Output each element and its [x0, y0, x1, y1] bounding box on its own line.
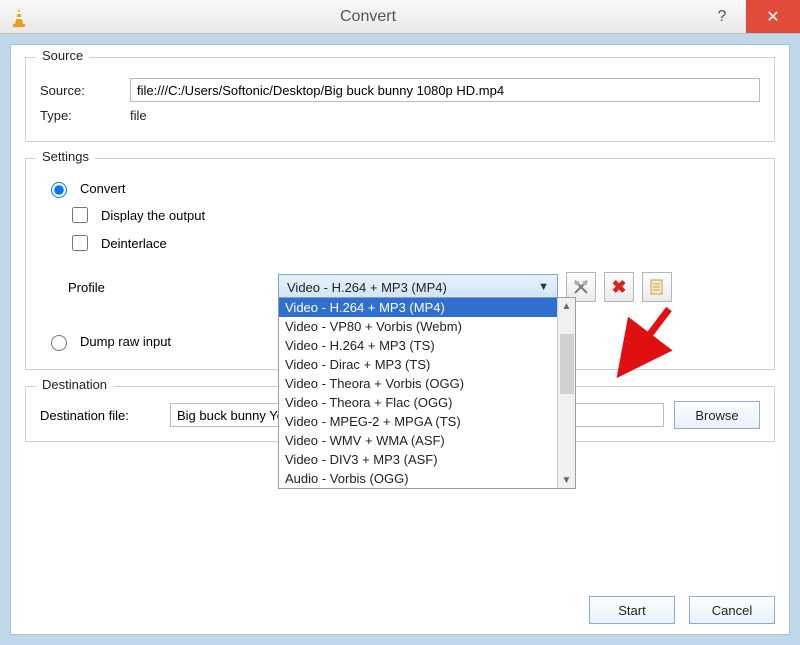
profile-option[interactable]: Video - H.264 + MP3 (MP4): [279, 298, 575, 317]
source-label: Source:: [40, 83, 130, 98]
deinterlace-label: Deinterlace: [101, 236, 167, 251]
profile-option[interactable]: Video - VP80 + Vorbis (Webm): [279, 317, 575, 336]
type-label: Type:: [40, 108, 130, 123]
display-output-label: Display the output: [101, 208, 205, 223]
titlebar: Convert ? ✕: [0, 0, 800, 34]
profile-option[interactable]: Video - H.264 + MP3 (TS): [279, 336, 575, 355]
dialog-buttons: Start Cancel: [589, 596, 775, 624]
delete-profile-button[interactable]: ✖: [604, 272, 634, 302]
convert-radio[interactable]: [51, 182, 67, 198]
window-title: Convert: [38, 8, 698, 26]
profile-dropdown-list[interactable]: ▲ ▼ Video - H.264 + MP3 (MP4)Video - VP8…: [278, 297, 576, 489]
scroll-down-icon[interactable]: ▼: [558, 472, 575, 488]
dump-raw-label: Dump raw input: [80, 334, 171, 349]
tools-icon: [572, 278, 590, 296]
help-button[interactable]: ?: [698, 0, 746, 33]
scroll-thumb[interactable]: [560, 334, 574, 394]
source-legend: Source: [36, 48, 89, 63]
settings-group: Settings Convert Display the output Dein…: [25, 158, 775, 370]
close-button[interactable]: ✕: [746, 0, 800, 33]
dialog-body: Source Source: Type: file Settings Conve…: [10, 44, 790, 635]
profile-option[interactable]: Video - Dirac + MP3 (TS): [279, 355, 575, 374]
source-input[interactable]: [130, 78, 760, 102]
profile-label: Profile: [68, 280, 278, 295]
deinterlace-checkbox[interactable]: [72, 235, 88, 251]
dropdown-scrollbar[interactable]: ▲ ▼: [557, 298, 575, 488]
destination-legend: Destination: [36, 377, 113, 392]
cancel-button[interactable]: Cancel: [689, 596, 775, 624]
destination-file-label: Destination file:: [40, 408, 160, 423]
new-profile-button[interactable]: [642, 272, 672, 302]
profile-option[interactable]: Video - Theora + Vorbis (OGG): [279, 374, 575, 393]
profile-option[interactable]: Video - DIV3 + MP3 (ASF): [279, 450, 575, 469]
browse-button[interactable]: Browse: [674, 401, 760, 429]
profile-selected-value: Video - H.264 + MP3 (MP4): [287, 280, 447, 295]
delete-icon: ✖: [611, 277, 626, 298]
display-output-checkbox[interactable]: [72, 207, 88, 223]
source-group: Source Source: Type: file: [25, 57, 775, 142]
dump-raw-radio[interactable]: [51, 335, 67, 351]
scroll-up-icon[interactable]: ▲: [558, 298, 575, 314]
start-button[interactable]: Start: [589, 596, 675, 624]
type-value: file: [130, 108, 147, 123]
convert-radio-label: Convert: [80, 181, 126, 196]
settings-legend: Settings: [36, 149, 95, 164]
new-document-icon: [648, 278, 666, 296]
chevron-down-icon: ▼: [538, 281, 549, 293]
window-controls: ? ✕: [698, 0, 800, 33]
vlc-cone-icon: [8, 6, 30, 28]
profile-option[interactable]: Audio - Vorbis (OGG): [279, 469, 575, 488]
profile-option[interactable]: Video - WMV + WMA (ASF): [279, 431, 575, 450]
profile-option[interactable]: Video - MPEG-2 + MPGA (TS): [279, 412, 575, 431]
profile-option[interactable]: Video - Theora + Flac (OGG): [279, 393, 575, 412]
